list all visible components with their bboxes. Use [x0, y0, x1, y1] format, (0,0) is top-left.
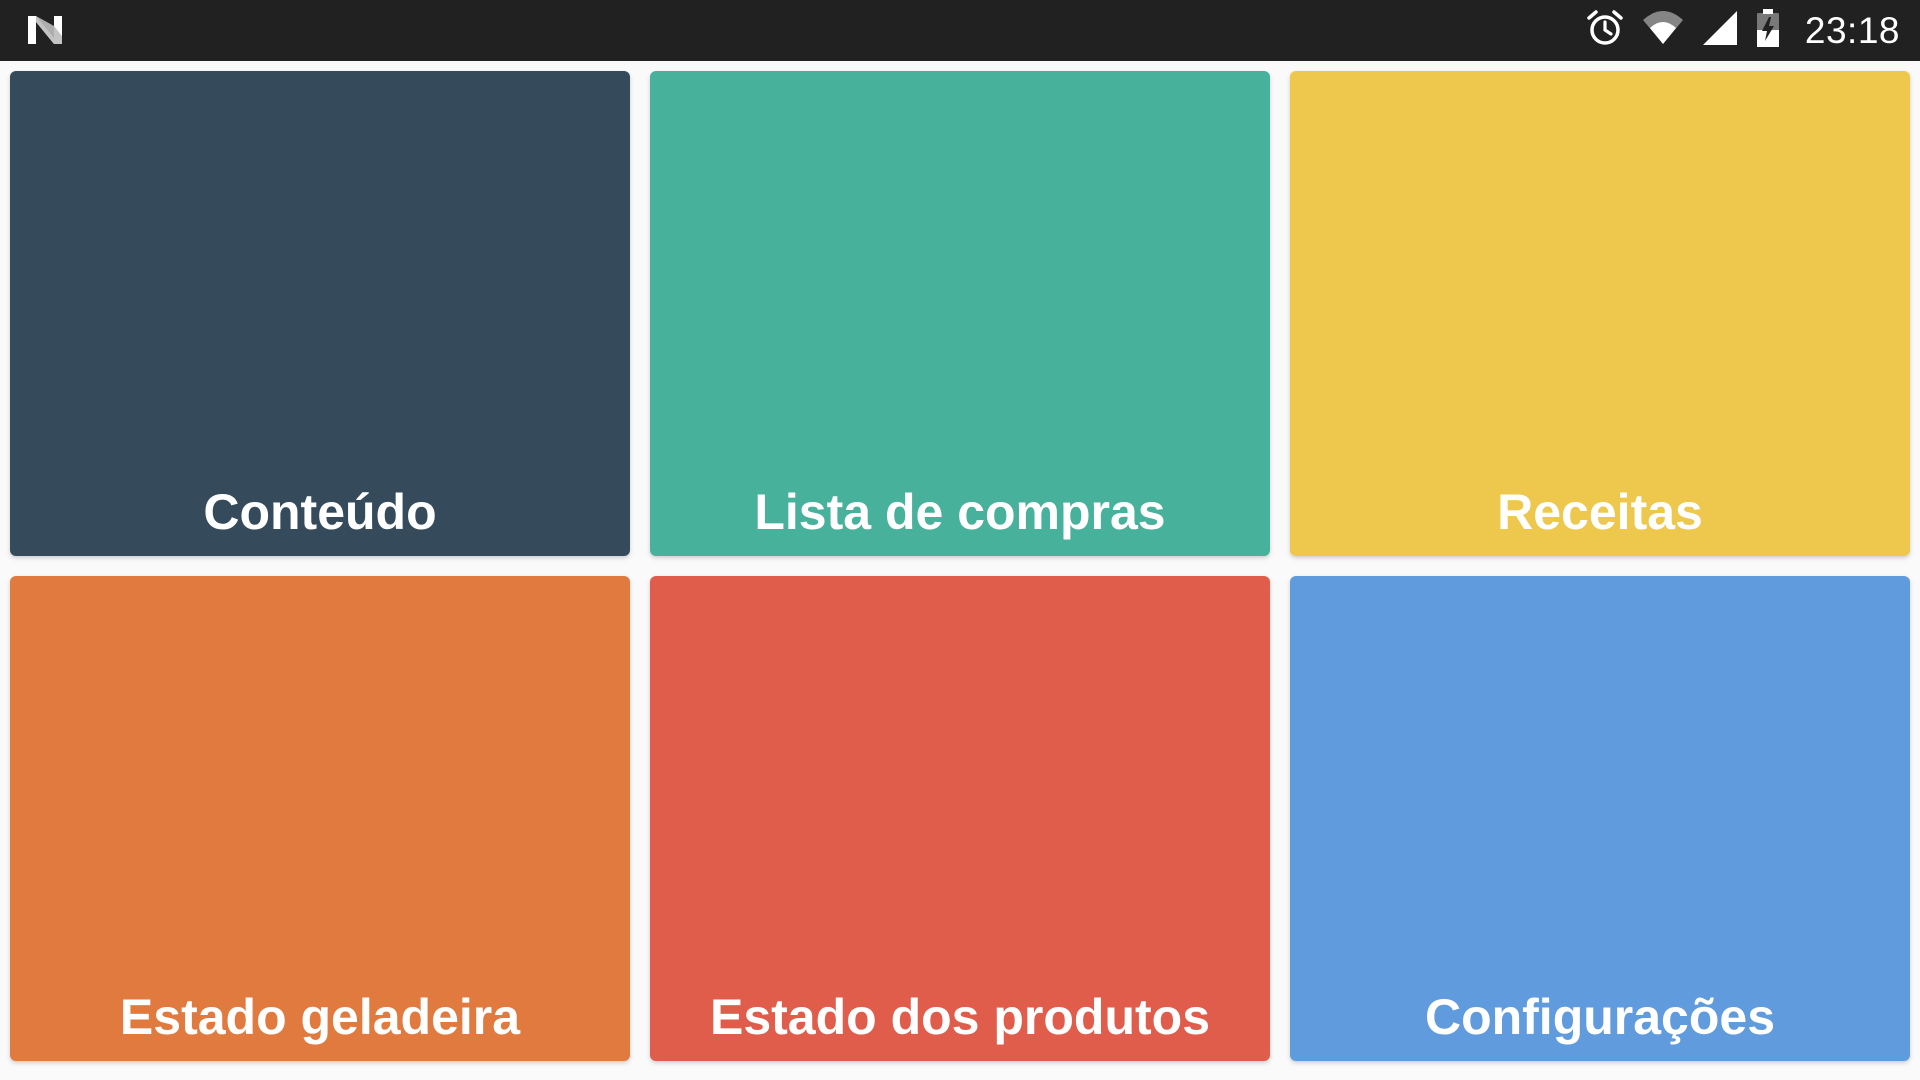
- battery-charging-icon: [1755, 8, 1781, 53]
- tile-label: Estado geladeira: [119, 989, 521, 1045]
- status-bar: 23:18: [0, 0, 1920, 61]
- tile-receitas[interactable]: Receitas: [1290, 71, 1910, 556]
- main-menu-grid: Conteúdo Lista de compras Receitas Estad…: [0, 61, 1920, 1080]
- wifi-icon: [1641, 8, 1685, 53]
- tile-label: Configurações: [1424, 989, 1776, 1045]
- tile-configuracoes[interactable]: Configurações: [1290, 576, 1910, 1061]
- tile-label: Conteúdo: [203, 484, 437, 540]
- tile-label: Receitas: [1497, 484, 1703, 540]
- tile-lista-de-compras[interactable]: Lista de compras: [650, 71, 1270, 556]
- status-time: 23:18: [1804, 9, 1900, 51]
- cellular-signal-icon: [1701, 9, 1739, 52]
- alarm-icon: [1585, 8, 1625, 53]
- notification-n-icon: [26, 12, 64, 48]
- tile-label: Lista de compras: [754, 484, 1166, 540]
- tile-conteudo[interactable]: Conteúdo: [10, 71, 630, 556]
- tile-estado-dos-produtos[interactable]: Estado dos produtos: [650, 576, 1270, 1061]
- tile-estado-geladeira[interactable]: Estado geladeira: [10, 576, 630, 1061]
- status-icons: 23:18: [1585, 0, 1900, 61]
- tile-label: Estado dos produtos: [710, 989, 1210, 1045]
